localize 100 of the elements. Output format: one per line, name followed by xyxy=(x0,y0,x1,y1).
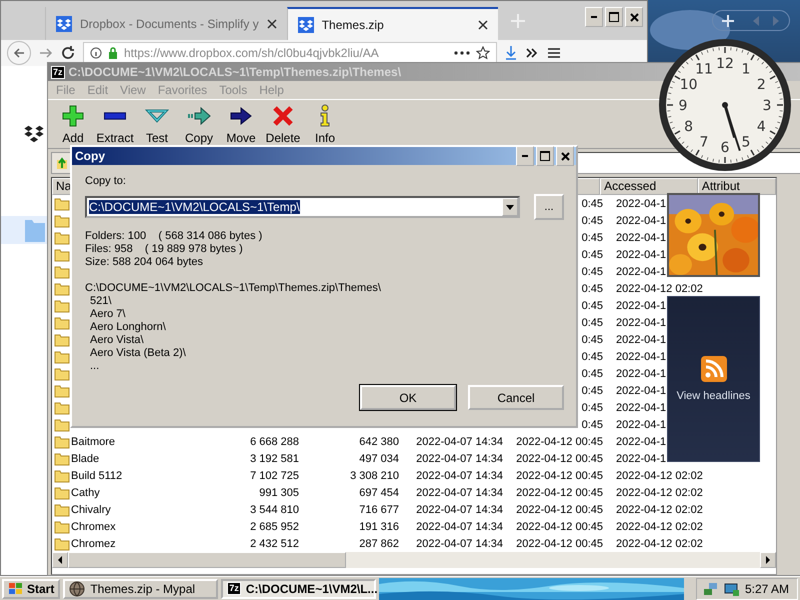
source-path: C:\DOCUME~1\VM2\LOCALS~1\Temp\Themes.zip\Themes\ xyxy=(85,282,382,295)
more-icon[interactable] xyxy=(454,51,470,55)
dropbox-icon xyxy=(56,16,72,32)
toolbar-button[interactable]: Add xyxy=(52,104,94,144)
packed-size-cell: 287 862 xyxy=(359,538,399,550)
download-icon[interactable] xyxy=(505,46,517,60)
toolbar-button[interactable]: Info xyxy=(304,104,346,144)
reload-icon[interactable] xyxy=(61,46,75,60)
packed-size-cell: 3 308 210 xyxy=(350,470,399,482)
close-icon xyxy=(630,12,638,22)
minimize-button[interactable] xyxy=(585,7,603,27)
packed-size-cell: 697 454 xyxy=(359,486,399,498)
size-cell: 2 685 952 xyxy=(250,520,299,532)
folder-icon xyxy=(54,400,70,414)
app-icon: 7z xyxy=(227,582,241,595)
folder-icon xyxy=(54,418,70,432)
date-cell: 0:45 xyxy=(582,334,603,346)
close-icon[interactable] xyxy=(266,18,277,28)
tab-title: Dropbox - Documents - Simplify y xyxy=(80,16,259,30)
size-cell: 3 544 810 xyxy=(250,504,299,516)
file-name[interactable]: Blade xyxy=(71,452,100,464)
dropbox-icon xyxy=(23,124,45,144)
date-cell: 0:45 xyxy=(582,198,603,210)
folder-icon xyxy=(25,218,45,242)
globe-icon xyxy=(69,580,86,596)
star-icon[interactable] xyxy=(476,46,490,60)
menu-icon[interactable] xyxy=(547,47,561,59)
maximize-icon xyxy=(540,151,550,161)
cross-icon xyxy=(271,104,295,128)
browse-button[interactable]: ... xyxy=(534,194,564,220)
folder-icon xyxy=(54,350,70,364)
network-icon[interactable] xyxy=(702,580,719,596)
file-name[interactable]: Cathy xyxy=(71,486,100,498)
dropdown-icon[interactable] xyxy=(506,204,514,210)
back-button[interactable] xyxy=(7,41,31,65)
toolbar-button[interactable]: Delete xyxy=(262,104,304,144)
folder-icon xyxy=(54,282,70,296)
date-cell: 2022-04-07 14:34 xyxy=(416,486,503,498)
destination-field[interactable]: C:\DOCUME~1\VM2\LOCALS~1\Temp\ xyxy=(85,196,520,218)
close-icon[interactable] xyxy=(478,20,488,30)
forward-icon[interactable] xyxy=(39,47,53,59)
toolbar-button[interactable]: Copy xyxy=(178,104,220,144)
taskbar-button[interactable]: Themes.zip - Mypal xyxy=(63,578,218,598)
toolbar-button[interactable]: Test xyxy=(136,104,178,144)
monitor-icon[interactable] xyxy=(724,580,740,596)
date-cell: 0:45 xyxy=(582,368,603,380)
file-name[interactable]: Build 5112 xyxy=(71,470,122,482)
minimize-button[interactable] xyxy=(516,146,534,166)
chevron-icon[interactable] xyxy=(525,47,539,59)
toolbar-button[interactable]: Move xyxy=(220,104,262,144)
close-button[interactable] xyxy=(625,7,643,27)
maximize-button[interactable] xyxy=(605,7,623,27)
packed-size-cell: 497 034 xyxy=(359,452,399,464)
close-button[interactable] xyxy=(556,146,574,166)
date-cell: 2022-04-12 00:45 xyxy=(516,470,603,482)
date-cell: 2022-04-12 00:45 xyxy=(516,504,603,516)
scrollbar[interactable] xyxy=(52,552,776,568)
folder-entry: ... xyxy=(89,360,100,373)
left-arrow-icon[interactable] xyxy=(58,556,62,564)
folder-entry: Aero Longhorn\ xyxy=(89,321,167,334)
address-field[interactable]: https://www.dropbox.com/sh/cl0bu4qjvbk2liu/AA xyxy=(83,42,497,64)
date-cell: 0:45 xyxy=(582,266,603,278)
folder-icon xyxy=(54,332,70,346)
minimize-icon xyxy=(522,155,528,157)
windows-icon xyxy=(8,582,24,596)
taskbar-button[interactable]: 7z C:\DOCUME~1\VM2\L... xyxy=(221,578,376,598)
start-button[interactable]: Start xyxy=(2,578,60,598)
back-icon xyxy=(13,47,25,59)
folder-icon xyxy=(54,214,70,228)
date-cell: 0:45 xyxy=(582,214,603,226)
folder-entry: 521\ xyxy=(89,295,112,308)
file-name[interactable]: Chromex xyxy=(71,520,116,532)
size-cell: 6 668 288 xyxy=(250,436,299,448)
size-cell: 2 432 512 xyxy=(250,538,299,550)
file-name[interactable]: Chivalry xyxy=(71,504,111,516)
dialog-title: Copy xyxy=(75,149,105,163)
date-cell: 2022-04-12 00:45 xyxy=(516,486,603,498)
field-label: Copy to: xyxy=(85,175,127,188)
folder-entry: Aero 7\ xyxy=(89,308,126,321)
date-cell: 2022-04-07 14:34 xyxy=(416,538,503,550)
folder-up-icon xyxy=(55,156,69,170)
folder-icon xyxy=(54,502,70,516)
folder-entry: Aero Vista (Beta 2)\ xyxy=(89,347,187,360)
date-cell: 2022-04-07 14:34 xyxy=(416,470,503,482)
toolbar-button[interactable]: Extract xyxy=(94,104,136,144)
file-name[interactable]: Baitmore xyxy=(71,436,116,448)
plus-icon xyxy=(61,104,85,128)
date-cell: 0:45 xyxy=(582,418,603,430)
maximize-button[interactable] xyxy=(536,146,554,166)
selected-row[interactable] xyxy=(1,216,48,244)
dropbox-icon xyxy=(298,16,314,32)
dialog-button[interactable]: OK xyxy=(360,385,456,410)
browser-tab[interactable]: Themes.zip xyxy=(286,7,498,40)
date-cell: 0:45 xyxy=(582,350,603,362)
clock-time: 5:27 AM xyxy=(744,582,789,596)
size-cell: 3 192 581 xyxy=(250,452,299,464)
date-cell: 0:45 xyxy=(582,248,603,260)
dialog-button[interactable]: Cancel xyxy=(468,385,564,410)
size-cell: 7 102 725 xyxy=(250,470,299,482)
file-name[interactable]: Chromez xyxy=(71,538,116,550)
